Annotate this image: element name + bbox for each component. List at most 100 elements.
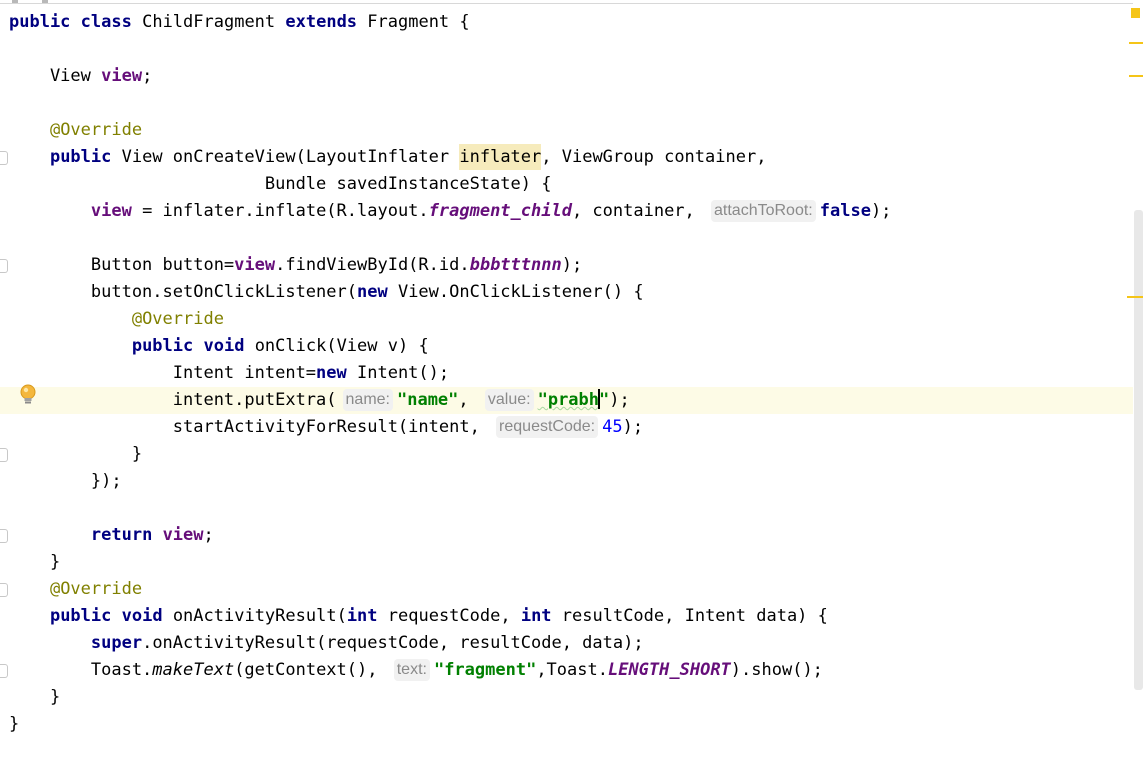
code-token: makeText bbox=[152, 660, 235, 680]
fold-marker-icon[interactable] bbox=[0, 259, 8, 273]
code-token: @Override bbox=[131, 309, 224, 329]
fold-marker-icon[interactable] bbox=[0, 529, 8, 543]
code-line[interactable]: Intent intent=new Intent(); bbox=[0, 360, 1143, 387]
code-line[interactable]: Toast.makeText(getContext(), text: "fragm… bbox=[0, 657, 1143, 684]
code-line[interactable] bbox=[0, 90, 1143, 117]
code-token: } bbox=[9, 714, 20, 734]
code-line-text: view = inflater.inflate(R.layout.fragmen… bbox=[9, 198, 891, 225]
code-line[interactable]: } bbox=[0, 684, 1143, 711]
fold-marker-icon[interactable] bbox=[0, 664, 8, 678]
code-token: }); bbox=[9, 471, 122, 491]
code-line[interactable]: } bbox=[0, 549, 1143, 576]
code-line[interactable]: return view; bbox=[0, 522, 1143, 549]
code-line-text: } bbox=[9, 711, 19, 738]
code-line[interactable]: public class ChildFragment extends Fragm… bbox=[0, 9, 1143, 36]
code-token: = inflater.inflate(R.layout. bbox=[131, 201, 429, 221]
code-token: view bbox=[162, 525, 204, 545]
code-token: startActivityForResult(intent, bbox=[9, 417, 491, 437]
code-line[interactable]: public void onActivityResult(int request… bbox=[0, 603, 1143, 630]
fold-marker-icon[interactable] bbox=[0, 151, 8, 165]
code-token: "name" bbox=[396, 390, 459, 410]
code-token: View.OnClickListener() { bbox=[387, 282, 644, 302]
code-line-text: public void onActivityResult(int request… bbox=[9, 603, 828, 630]
code-line[interactable]: view = inflater.inflate(R.layout.fragmen… bbox=[0, 198, 1143, 225]
warning-stripe-marker[interactable] bbox=[1129, 75, 1143, 77]
warning-stripe-marker[interactable] bbox=[1131, 8, 1140, 18]
code-token: intent.putExtra( bbox=[9, 390, 337, 410]
code-line[interactable]: Button button=view.findViewById(R.id.bbb… bbox=[0, 252, 1143, 279]
code-line-text: intent.putExtra(name: "name", value: "prab… bbox=[9, 387, 630, 414]
code-line[interactable]: button.setOnClickListener(new View.OnCli… bbox=[0, 279, 1143, 306]
code-token: view bbox=[101, 66, 143, 86]
code-token: bbbtttnnn bbox=[469, 255, 562, 275]
code-token: , container, bbox=[571, 201, 706, 221]
code-token: Toast. bbox=[9, 660, 153, 680]
warning-stripe-marker[interactable] bbox=[1127, 296, 1143, 298]
code-token: class bbox=[80, 12, 132, 32]
code-token: onClick(View v) { bbox=[244, 336, 429, 356]
code-token: public bbox=[9, 12, 71, 32]
code-token: ; bbox=[142, 66, 153, 86]
code-token: public bbox=[131, 336, 194, 356]
code-line[interactable]: View view; bbox=[0, 63, 1143, 90]
code-token: Bundle savedInstanceState) { bbox=[9, 174, 552, 194]
code-token: void bbox=[121, 606, 163, 626]
code-token: "fragment" bbox=[433, 660, 537, 680]
code-line[interactable]: startActivityForResult(intent, requestCo… bbox=[0, 414, 1143, 441]
code-line[interactable]: public void onClick(View v) { bbox=[0, 333, 1143, 360]
code-line-text: public class ChildFragment extends Fragm… bbox=[9, 9, 470, 36]
code-editor[interactable]: public class ChildFragment extends Fragm… bbox=[0, 0, 1143, 767]
code-line[interactable]: super.onActivityResult(requestCode, resu… bbox=[0, 630, 1143, 657]
scrollbar-thumb[interactable] bbox=[1134, 210, 1143, 690]
code-line-text: Toast.makeText(getContext(), text: "fragm… bbox=[9, 657, 823, 684]
code-token: , ViewGroup container, bbox=[541, 147, 767, 167]
code-line-text: Bundle savedInstanceState) { bbox=[9, 171, 552, 198]
code-line[interactable]: }); bbox=[0, 468, 1143, 495]
code-token: Intent intent= bbox=[9, 363, 317, 383]
code-line-text: button.setOnClickListener(new View.OnCli… bbox=[9, 279, 644, 306]
code-token: Fragment { bbox=[357, 12, 470, 32]
code-line-text: @Override bbox=[9, 117, 142, 144]
code-token: public bbox=[49, 606, 112, 626]
fold-marker-icon[interactable] bbox=[0, 583, 8, 597]
code-token: } bbox=[9, 552, 61, 572]
code-token: (getContext(), bbox=[234, 660, 388, 680]
parameter-hint: attachToRoot: bbox=[711, 200, 816, 222]
code-token: ); bbox=[609, 390, 630, 410]
code-line[interactable]: intent.putExtra(name: "name", value: "prab… bbox=[0, 387, 1143, 414]
code-line[interactable] bbox=[0, 36, 1143, 63]
fold-marker-icon[interactable] bbox=[0, 448, 8, 462]
code-line-text: Button button=view.findViewById(R.id.bbb… bbox=[9, 252, 582, 279]
code-line[interactable]: } bbox=[0, 441, 1143, 468]
code-line[interactable]: @Override bbox=[0, 306, 1143, 333]
code-token: " bbox=[599, 390, 610, 410]
parameter-hint: name: bbox=[342, 389, 393, 411]
warning-stripe-marker[interactable] bbox=[1129, 42, 1143, 44]
code-line[interactable]: public View onCreateView(LayoutInflater … bbox=[0, 144, 1143, 171]
code-token: ChildFragment bbox=[131, 12, 286, 32]
code-token: Button button= bbox=[9, 255, 235, 275]
code-token: ).show(); bbox=[730, 660, 823, 680]
code-line[interactable]: Bundle savedInstanceState) { bbox=[0, 171, 1143, 198]
code-line[interactable]: @Override bbox=[0, 117, 1143, 144]
code-line[interactable]: @Override bbox=[0, 576, 1143, 603]
code-line-text: @Override bbox=[9, 306, 224, 333]
code-token: LENGTH_SHORT bbox=[607, 660, 731, 680]
code-token: @Override bbox=[49, 120, 143, 140]
code-line[interactable] bbox=[0, 225, 1143, 252]
code-token: View bbox=[9, 66, 102, 86]
lightbulb-icon[interactable] bbox=[19, 384, 37, 406]
code-line[interactable]: } bbox=[0, 711, 1143, 738]
parameter-hint: requestCode: bbox=[496, 416, 599, 438]
code-token: int bbox=[346, 606, 378, 626]
code-token: } bbox=[9, 687, 61, 707]
code-token: ,Toast. bbox=[536, 660, 608, 680]
code-line[interactable] bbox=[0, 495, 1143, 522]
